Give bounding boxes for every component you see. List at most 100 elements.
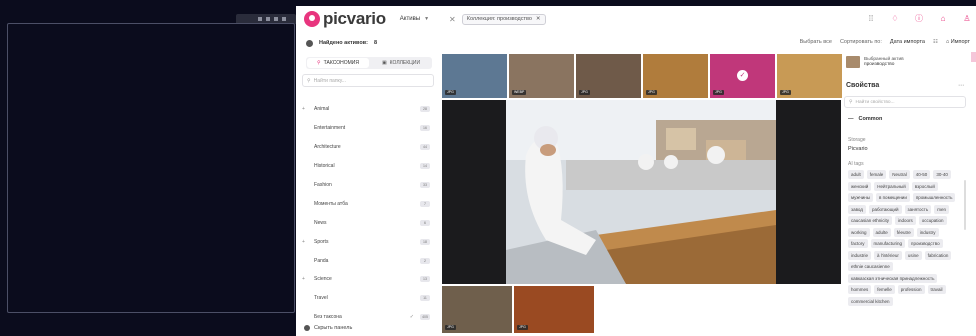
properties-scrollbar[interactable] <box>964 180 966 230</box>
ai-tag[interactable]: manufacturing <box>870 239 906 248</box>
taxonomy-list: + Animal 28 Entertainment 16 Architecture 44 Hi… <box>302 100 432 327</box>
taxonomy-icon: ⚲ <box>316 60 321 66</box>
ai-tag[interactable]: 30-40 <box>933 170 951 179</box>
inbox-icon[interactable]: ⌂ <box>938 13 948 23</box>
expand-icon[interactable]: + <box>302 276 314 282</box>
ai-tag[interactable]: производство <box>908 239 943 248</box>
sidebar-item-label: Fashion <box>314 182 332 188</box>
right-panel-tab[interactable] <box>971 52 976 62</box>
ai-tag[interactable]: Нейтральный <box>874 181 909 191</box>
sidebar-item[interactable]: Panda 2 <box>302 251 432 270</box>
sidebar-item[interactable]: + Sports 18 <box>302 232 432 251</box>
ai-tag[interactable]: 40-50 <box>912 170 931 179</box>
import-button[interactable]: ⌂ Импорт <box>946 39 970 45</box>
user-icon[interactable]: ♙ <box>962 13 972 23</box>
ai-tag[interactable]: industry <box>916 227 939 237</box>
logo[interactable]: picvario <box>304 9 386 29</box>
grid-icon[interactable]: ⁞⁞ <box>866 13 876 23</box>
ai-tag[interactable]: commercial kitchen <box>848 296 893 306</box>
sidebar-item[interactable]: Fashion 33 <box>302 176 432 195</box>
collection-filter-chip[interactable]: Коллекция: производство ✕ <box>461 13 546 25</box>
format-badge: JPG <box>646 90 657 95</box>
asset-thumbnail[interactable]: JPG <box>643 54 708 98</box>
properties-panel: Выбранный актив производство Свойства ⋯ … <box>844 52 968 336</box>
ai-tag[interactable]: fabrication <box>924 250 952 260</box>
sidebar-item[interactable]: News 6 <box>302 213 432 232</box>
info-icon[interactable]: ⓘ <box>914 13 924 23</box>
selected-asset[interactable]: Выбранный актив производство <box>846 56 904 68</box>
sidebar-item[interactable]: Без таксона 405 ✓ <box>302 308 432 327</box>
clear-filter-icon[interactable]: ✕ <box>449 15 456 24</box>
property-search-input[interactable]: ⚲ Найти свойство... <box>844 96 966 108</box>
ai-tag[interactable]: à l'intérieur <box>874 250 902 260</box>
ai-tag[interactable]: взрослый <box>911 181 938 191</box>
ai-tag[interactable]: indoors <box>895 216 916 225</box>
view-toggle-icon[interactable]: ☷ <box>933 39 938 45</box>
tab-collections[interactable]: ▣ КОЛЛЕКЦИИ <box>370 57 432 69</box>
asset-preview[interactable] <box>442 100 841 284</box>
ai-tags-list: adult female Neutral 40-50 30-40 женский Нейтр… <box>848 170 960 306</box>
logo-text: picvario <box>323 9 386 28</box>
ai-tag[interactable]: женский <box>848 181 872 191</box>
ai-tag[interactable]: завод <box>848 204 866 214</box>
folder-search-input[interactable]: ⚲ Найти папку... <box>302 74 434 87</box>
asset-thumbnail[interactable]: WEBP <box>509 54 574 98</box>
ai-tag[interactable]: занятость <box>904 204 932 214</box>
ai-tag[interactable]: féeutre <box>893 227 914 237</box>
asset-thumbnail[interactable]: JPG <box>442 286 512 333</box>
asset-thumbnail[interactable]: JPG <box>576 54 641 98</box>
sort-dropdown[interactable]: Дата импорта <box>890 39 925 45</box>
ai-tag[interactable]: кавказская этническая принадлежность <box>848 273 938 283</box>
sidebar-item[interactable]: Моменты атба 7 <box>302 194 432 213</box>
ai-tag[interactable]: мужчины <box>848 193 873 202</box>
ai-tag[interactable]: factory <box>848 239 868 248</box>
sidebar-item[interactable]: Travel 11 <box>302 289 432 308</box>
asset-thumbnail[interactable]: JPG <box>442 54 507 98</box>
ai-tag[interactable]: industrie <box>848 250 872 260</box>
format-badge: JPG <box>579 90 590 95</box>
sidebar-item[interactable]: Historical 14 <box>302 157 432 176</box>
asset-thumbnail[interactable]: JPG <box>777 54 842 98</box>
sidebar-item-label: Science <box>314 276 332 283</box>
tab-taxonomy[interactable]: ⚲ ТАКСОНОМИЯ <box>307 58 369 68</box>
asset-thumbnail[interactable]: ✓ JPG <box>710 54 775 98</box>
more-icon[interactable]: ⋯ <box>958 82 964 89</box>
ai-tag[interactable]: working <box>848 227 870 237</box>
assets-dropdown[interactable]: Активы ▼ <box>400 16 429 22</box>
hide-panel-button[interactable]: Скрыть панель <box>304 325 352 331</box>
expand-icon[interactable]: + <box>302 106 314 112</box>
ai-tag[interactable]: в помещении <box>875 193 910 202</box>
asset-grid: JPG WEBP JPG JPG ✓ JPG JPG JPG JPG <box>438 54 842 336</box>
ai-tag[interactable]: travail <box>927 285 946 294</box>
sidebar-item[interactable]: Entertainment 16 <box>302 119 432 138</box>
ai-tag[interactable]: female <box>866 170 887 179</box>
ai-tag[interactable]: Neutral <box>889 170 910 179</box>
asset-thumbnail[interactable]: JPG <box>514 286 594 333</box>
chip-close-icon[interactable]: ✕ <box>536 16 541 22</box>
folder-search-placeholder: Найти папку... <box>313 77 346 84</box>
bell-icon[interactable]: ♢ <box>890 13 900 23</box>
ai-tag[interactable]: adulte <box>872 227 891 237</box>
ai-tag[interactable]: работающий <box>868 204 902 214</box>
ai-tag[interactable]: profession <box>897 285 925 294</box>
ai-tag[interactable]: adult <box>848 170 864 179</box>
sidebar-item-count: 7 <box>420 200 430 207</box>
ai-tag[interactable]: men <box>934 204 949 214</box>
common-section-toggle[interactable]: — Common <box>848 116 882 122</box>
ai-tag[interactable]: usine <box>904 250 922 260</box>
expand-icon[interactable]: + <box>302 239 314 245</box>
ai-tag[interactable]: hommes <box>848 285 872 294</box>
sidebar-item[interactable]: + Animal 28 <box>302 100 432 119</box>
ai-tag[interactable]: ethnie caucasienne <box>848 262 893 271</box>
ai-tag[interactable]: caucasian ethnicity <box>848 216 893 225</box>
picvario-app: picvario Активы ▼ ✕ Коллекция: производс… <box>296 6 976 336</box>
ai-tag[interactable]: femelle <box>874 285 895 294</box>
sidebar-item[interactable]: + Science 13 <box>302 270 432 289</box>
collapse-icon[interactable] <box>306 39 313 47</box>
sidebar-item[interactable]: Architecture 44 <box>302 138 432 157</box>
format-badge: JPG <box>445 90 456 95</box>
sidebar-item-count: 44 <box>420 144 430 151</box>
ai-tag[interactable]: промышленность <box>912 193 956 202</box>
select-all-button[interactable]: Выбрать все <box>800 39 832 45</box>
ai-tag[interactable]: occupation <box>918 216 947 225</box>
